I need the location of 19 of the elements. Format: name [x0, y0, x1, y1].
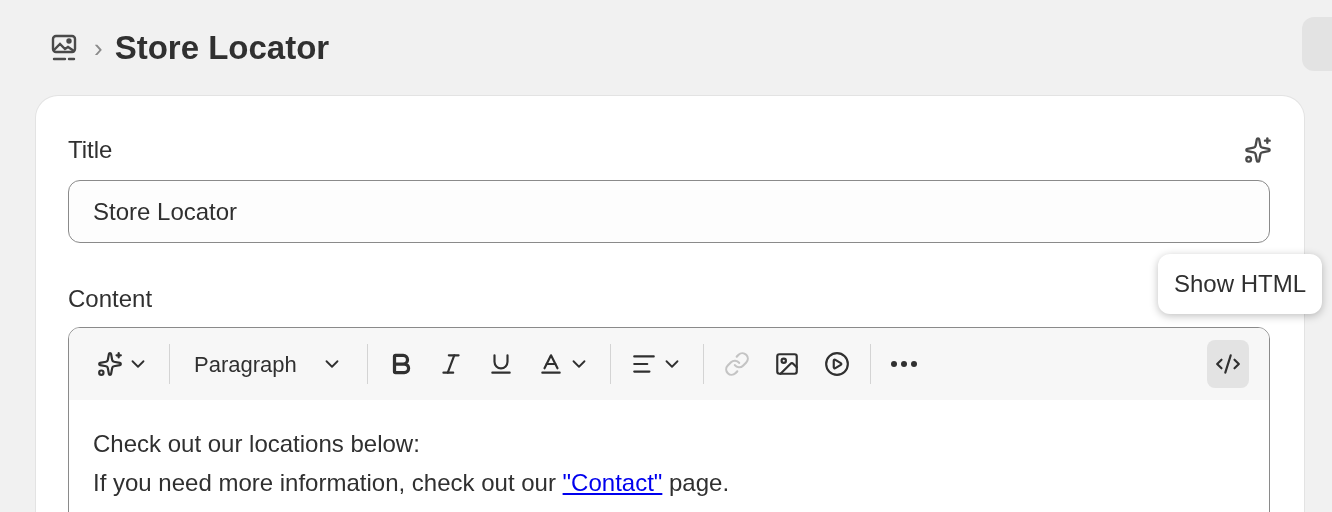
sparkle-icon[interactable]: [1244, 136, 1272, 164]
show-html-button[interactable]: [1207, 340, 1249, 388]
tooltip: Show HTML: [1157, 254, 1322, 314]
sparkle-icon: [97, 351, 123, 377]
link-icon: [723, 351, 750, 377]
field-label: Content: [68, 284, 153, 314]
editor-paragraph: If you need more information, check out our "Contact" page.: [93, 468, 731, 498]
field-label: Title: [68, 135, 113, 165]
breadcrumb-separator: ›: [94, 31, 103, 65]
contact-link[interactable]: "Contact": [562, 469, 663, 496]
editor-paragraph: Check out our locations below:: [93, 429, 421, 459]
image-icon: [773, 351, 800, 377]
paragraph-select[interactable]: Paragraph: [182, 340, 355, 388]
page-icon: [50, 33, 78, 63]
page-title: Store Locator: [114, 28, 330, 69]
code-icon: [1215, 351, 1241, 377]
play-circle-icon: [823, 351, 850, 377]
more-icon: [890, 361, 917, 367]
title-input[interactable]: Store Locator: [68, 180, 1270, 243]
